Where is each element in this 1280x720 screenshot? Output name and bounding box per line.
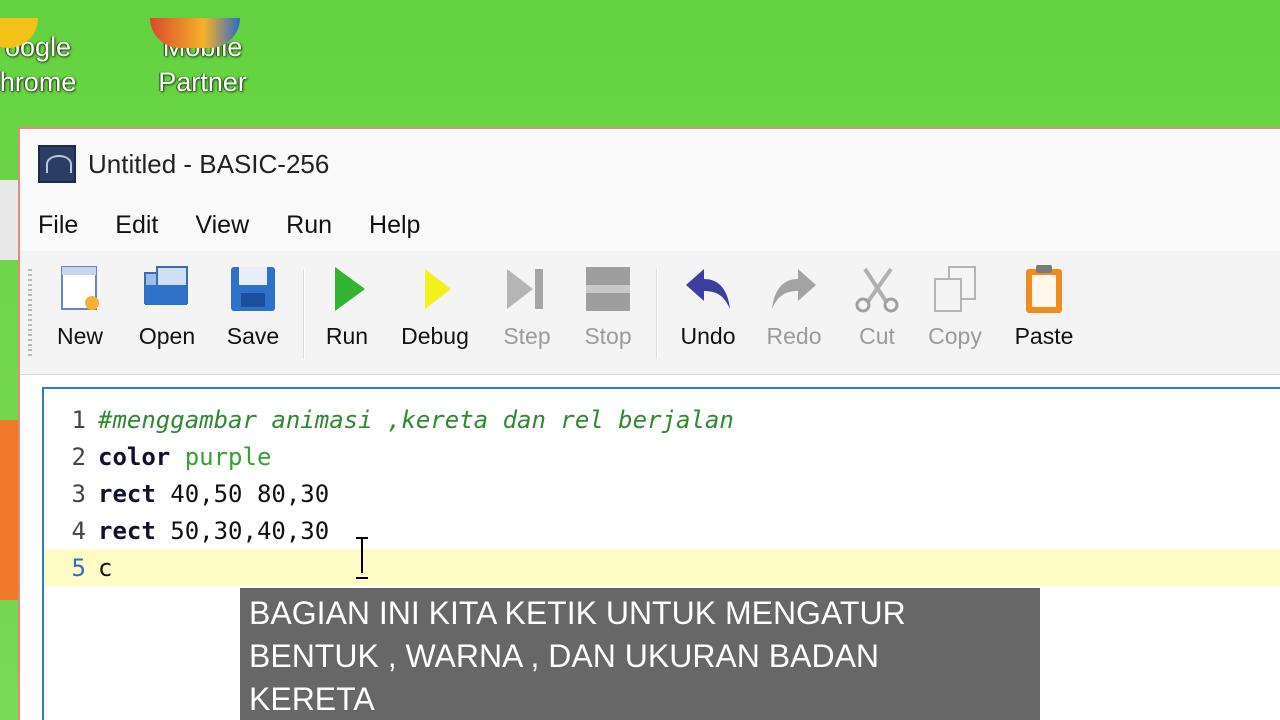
caption-line: BENTUK , WARNA , DAN UKURAN BADAN	[249, 638, 880, 674]
desktop-icon-mobile-partner[interactable]: Mobile Partner	[140, 18, 265, 100]
code-line[interactable]: 1 #menggambar animasi ,kereta dan rel be…	[44, 401, 1280, 438]
line-number: 1	[71, 405, 86, 434]
redo-arrow-icon	[772, 269, 816, 309]
code-line[interactable]: 4 rect 50,30,40,30	[44, 512, 1280, 549]
open-button[interactable]: Open	[132, 263, 202, 350]
undo-arrow-icon	[686, 269, 730, 309]
toolbar-separator	[656, 269, 658, 359]
new-file-icon	[61, 266, 99, 310]
window-title: Untitled - BASIC-256	[88, 148, 330, 179]
subtitle-caption: BAGIAN INI KITA KETIK UNTUK MENGATUR BEN…	[240, 588, 1040, 720]
stop-icon	[586, 267, 630, 311]
open-folder-icon	[144, 266, 188, 305]
line-number: 5	[71, 553, 86, 582]
background-window-edge	[0, 180, 18, 260]
line-number: 4	[71, 516, 86, 545]
paste-button[interactable]: Paste	[1010, 263, 1078, 350]
title-bar[interactable]: Untitled - BASIC-256	[20, 129, 1280, 199]
step-button[interactable]: Step	[499, 263, 555, 350]
menu-edit[interactable]: Edit	[115, 211, 158, 240]
code-text: c	[98, 553, 113, 582]
code-keyword: rect	[98, 516, 156, 545]
code-keyword: color	[98, 442, 171, 471]
desktop-icon-label: hrome	[0, 67, 77, 97]
code-text: 40,50 80,30	[155, 479, 330, 508]
caption-line: BAGIAN INI KITA KETIK UNTUK MENGATUR	[249, 595, 906, 631]
copy-button[interactable]: Copy	[923, 263, 987, 350]
menu-view[interactable]: View	[195, 211, 249, 240]
new-button[interactable]: New	[50, 263, 110, 350]
menu-bar: File Edit View Run Help	[20, 199, 1280, 251]
menu-file[interactable]: File	[38, 211, 78, 240]
menu-help[interactable]: Help	[369, 211, 420, 240]
toolbar-separator	[303, 269, 305, 359]
code-line-current[interactable]: 5 c	[44, 549, 1280, 586]
clipboard-paste-icon	[1026, 265, 1062, 313]
stop-button[interactable]: Stop	[580, 263, 636, 350]
toolbar-grip[interactable]	[28, 269, 32, 359]
code-keyword: rect	[98, 479, 156, 508]
basic256-app-icon	[38, 145, 76, 183]
debug-play-icon	[425, 269, 451, 309]
debug-button[interactable]: Debug	[397, 263, 473, 350]
menu-run[interactable]: Run	[286, 211, 332, 240]
run-button[interactable]: Run	[320, 263, 374, 350]
run-play-icon	[335, 267, 365, 311]
background-window-edge	[0, 420, 18, 600]
caption-line: KERETA	[249, 681, 375, 717]
step-icon	[507, 269, 543, 309]
code-line[interactable]: 3 rect 40,50 80,30	[44, 475, 1280, 512]
code-line[interactable]: 2 color purple	[44, 438, 1280, 475]
text-cursor-icon	[356, 537, 368, 579]
code-text: 50,30,40,30	[155, 516, 330, 545]
save-button[interactable]: Save	[220, 263, 286, 350]
copy-icon	[934, 266, 976, 312]
toolbar: New Open Save Run Debug Step Stop Undo R…	[20, 251, 1280, 375]
save-disk-icon	[231, 267, 275, 311]
desktop-icon-label: Partner	[158, 67, 247, 97]
code-color-value: purple	[184, 442, 272, 471]
line-number: 3	[71, 479, 86, 508]
code-comment: #menggambar animasi ,kereta dan rel berj…	[98, 405, 734, 434]
cut-button[interactable]: Cut	[850, 263, 904, 350]
line-number: 2	[71, 442, 86, 471]
scissors-icon	[855, 267, 899, 313]
desktop-icon-chrome[interactable]: oogle hrome	[0, 18, 98, 100]
undo-button[interactable]: Undo	[675, 263, 741, 350]
redo-button[interactable]: Redo	[763, 263, 825, 350]
